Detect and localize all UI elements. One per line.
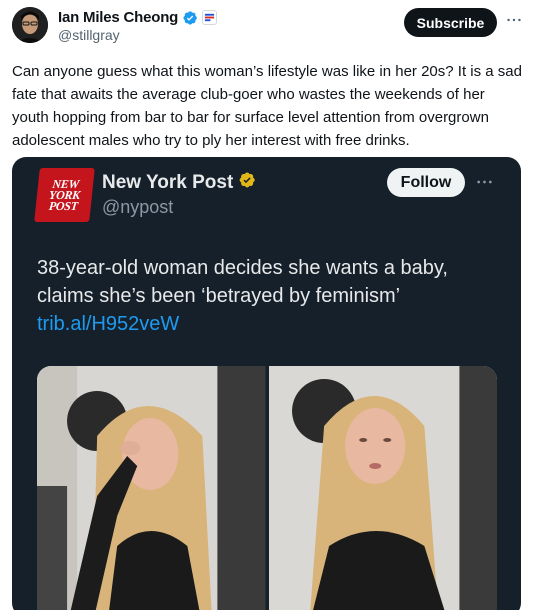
embedded-text-body: 38-year-old woman decides she wants a ba…: [37, 257, 448, 307]
embedded-more-icon[interactable]: [474, 173, 494, 191]
tweet-text: Can anyone guess what this woman’s lifes…: [12, 63, 522, 149]
subscribe-button[interactable]: Subscribe: [404, 8, 497, 37]
embedded-name-row: New York Post: [102, 171, 256, 194]
embedded-post-card[interactable]: NEW YORK POST New York Post @nypost Foll…: [12, 157, 521, 610]
affiliate-badge-icon[interactable]: [202, 10, 218, 25]
woman-photo-right[interactable]: [268, 366, 497, 610]
author-display-name[interactable]: Ian Miles Cheong: [58, 9, 178, 26]
tweet-container: Ian Miles Cheong @stillgray Subscribe Ca…: [0, 0, 533, 610]
woman-photo-left[interactable]: [37, 366, 266, 610]
gold-verified-badge-icon: [238, 171, 256, 194]
logo-line-post: POST: [48, 198, 79, 213]
embedded-handle[interactable]: @nypost: [102, 197, 173, 218]
embedded-media[interactable]: [37, 366, 497, 610]
embedded-link[interactable]: trib.al/H952veW: [37, 313, 179, 335]
nypost-logo[interactable]: NEW YORK POST: [34, 168, 95, 222]
author-handle[interactable]: @stillgray: [58, 27, 120, 43]
verified-badge-icon: [182, 10, 198, 26]
embedded-post-text: 38-year-old woman decides she wants a ba…: [37, 254, 507, 338]
more-icon[interactable]: [505, 11, 523, 29]
follow-button[interactable]: Follow: [387, 168, 465, 197]
avatar[interactable]: [12, 7, 48, 43]
embedded-display-name[interactable]: New York Post: [102, 172, 233, 194]
author-name-row: Ian Miles Cheong: [58, 8, 218, 27]
